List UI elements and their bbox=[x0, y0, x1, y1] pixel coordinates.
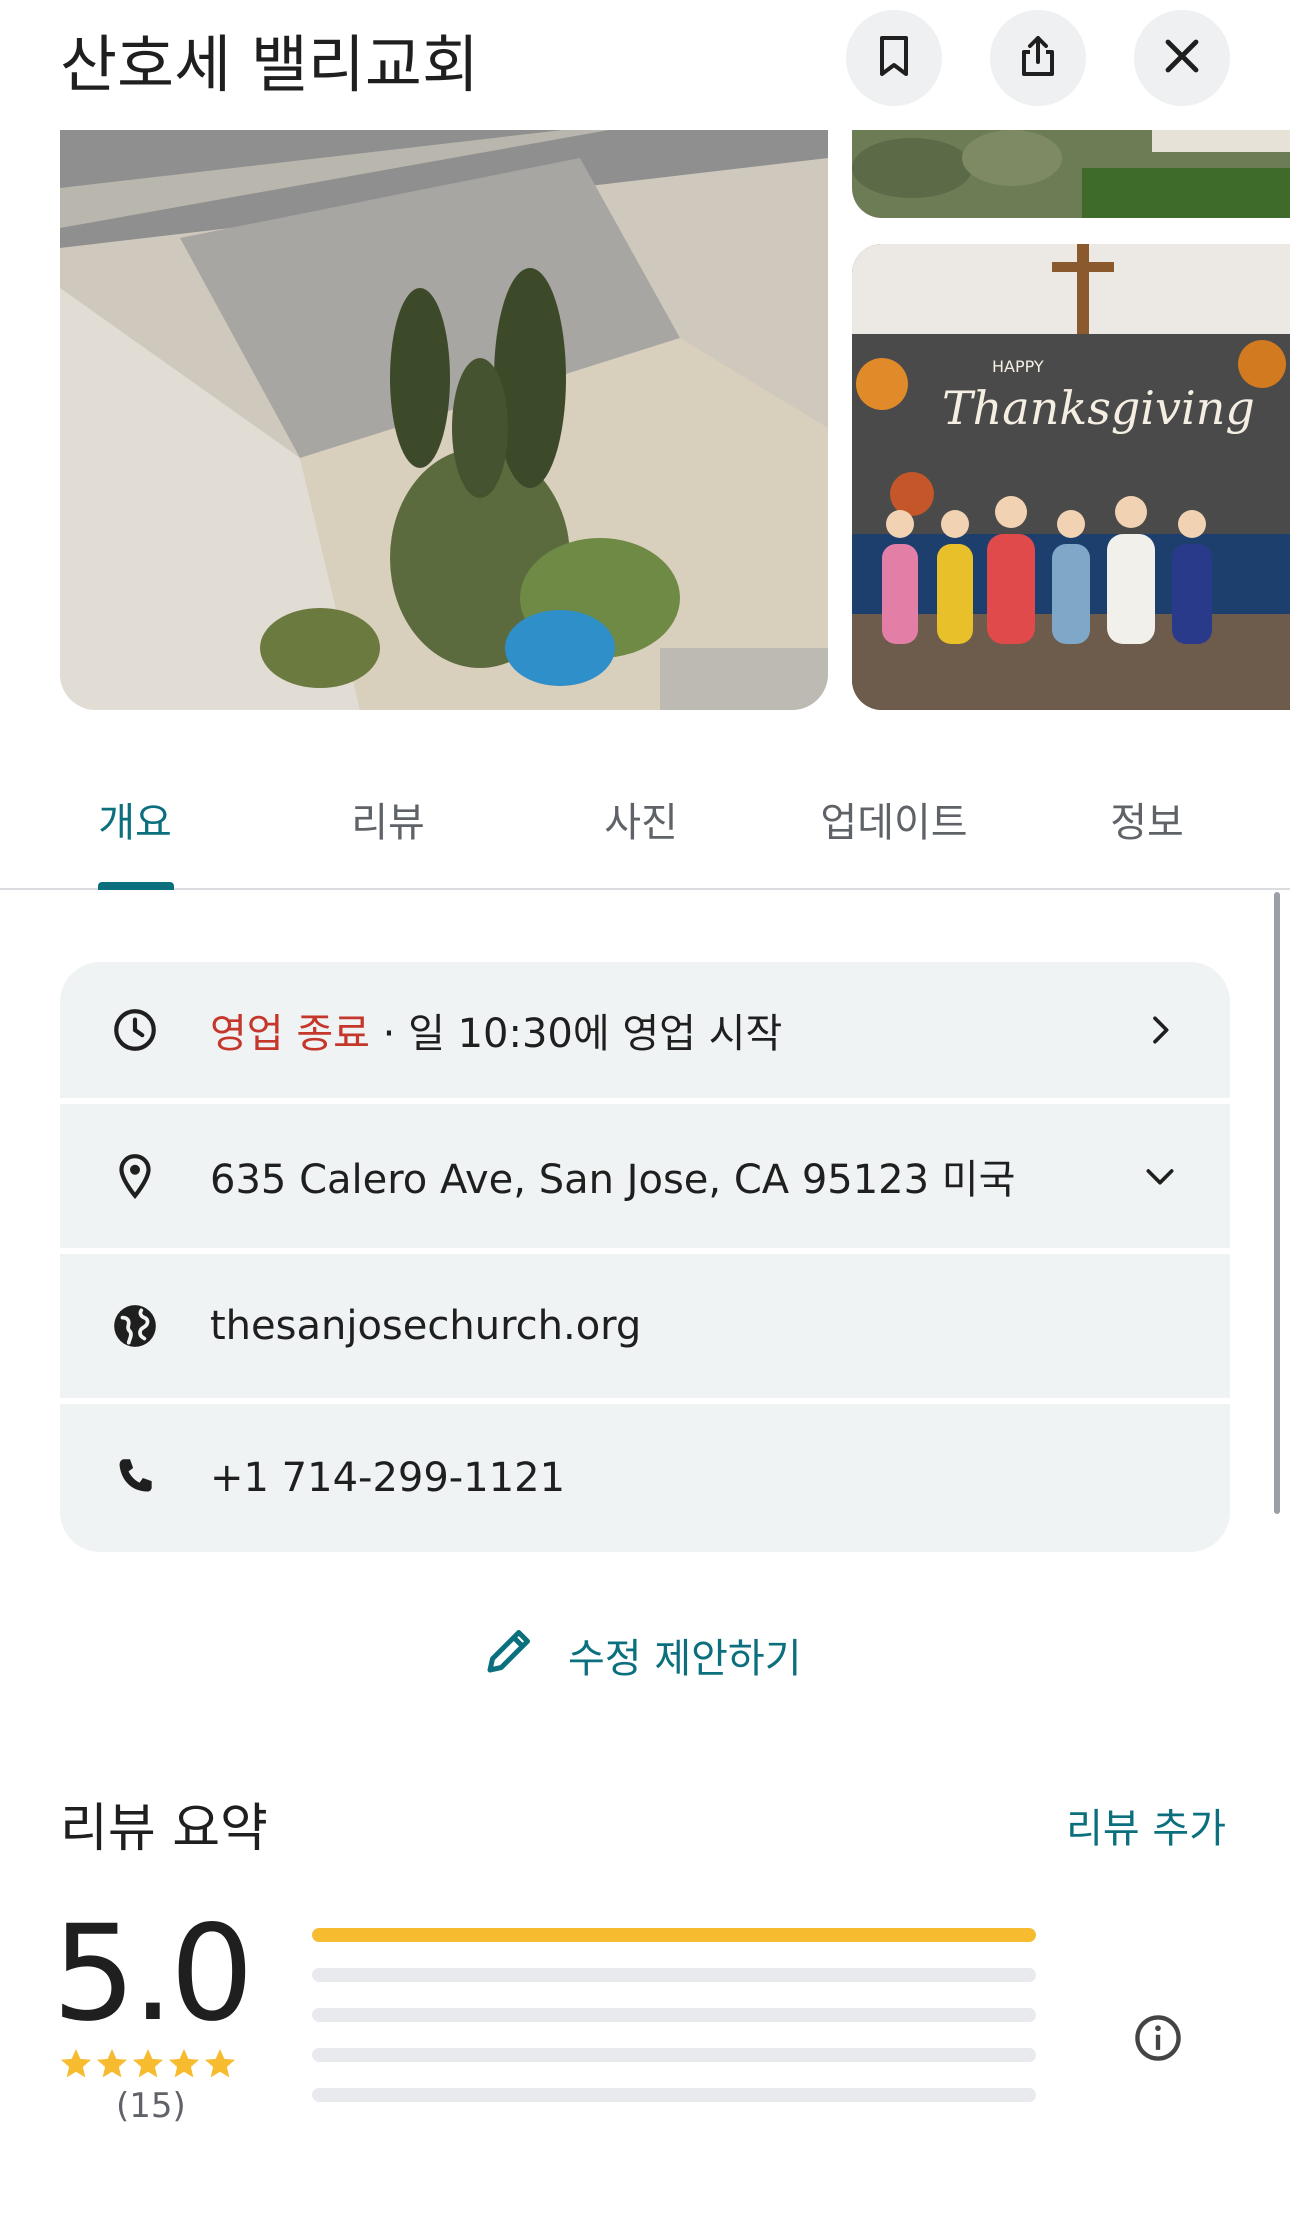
tab-updates[interactable]: 업데이트 bbox=[794, 790, 994, 848]
phone-row[interactable]: +1 714-299-1121 bbox=[60, 1404, 1230, 1552]
website-link[interactable]: thesanjosechurch.org bbox=[210, 1303, 641, 1349]
place-info-list: 영업 종료 · 일 10:30에 영업 시작 635 Calero Ave, S… bbox=[60, 962, 1230, 1558]
star-icon bbox=[61, 2049, 91, 2078]
share-button[interactable] bbox=[990, 10, 1086, 106]
rating-stars bbox=[58, 2046, 238, 2082]
hours-text: 영업 종료 · 일 10:30에 영업 시작 bbox=[210, 1001, 782, 1059]
rating-bar-5-star bbox=[312, 1928, 1036, 1942]
close-button[interactable] bbox=[1134, 10, 1230, 106]
info-icon[interactable] bbox=[1132, 2012, 1184, 2064]
svg-text:HAPPY: HAPPY bbox=[992, 357, 1044, 376]
photo-aerial[interactable] bbox=[60, 128, 828, 710]
save-button[interactable] bbox=[846, 10, 942, 106]
pencil-icon bbox=[480, 1620, 568, 1690]
hours-detail: · 일 10:30에 영업 시작 bbox=[369, 1011, 783, 1057]
rating-bar-fill bbox=[312, 1928, 1036, 1942]
globe-icon bbox=[110, 1301, 160, 1351]
place-header: 산호세 밸리교회 bbox=[0, 0, 1290, 130]
rating-distribution[interactable] bbox=[312, 1928, 1036, 2128]
tab-about[interactable]: 정보 bbox=[1047, 790, 1247, 848]
chevron-right-icon bbox=[1140, 1010, 1180, 1050]
rating-bar-3-star bbox=[312, 2008, 1036, 2022]
tab-photos[interactable]: 사진 bbox=[541, 790, 741, 848]
rating-bar-1-star bbox=[312, 2088, 1036, 2102]
address-text: 635 Calero Ave, San Jose, CA 95123 미국 bbox=[210, 1157, 1016, 1203]
photo-gallery[interactable]: Thanksgiving HAPPY bbox=[0, 128, 1290, 710]
tab-reviews[interactable]: 리뷰 bbox=[288, 790, 488, 848]
photo-garden[interactable] bbox=[852, 128, 1290, 218]
review-summary-title: 리뷰 요약 bbox=[60, 1799, 268, 1859]
active-tab-indicator bbox=[98, 882, 174, 890]
review-count: (15) bbox=[116, 2086, 186, 2126]
star-icon bbox=[97, 2049, 127, 2078]
photo-thanksgiving[interactable]: Thanksgiving HAPPY bbox=[852, 244, 1290, 710]
average-rating: 5.0 bbox=[52, 1897, 254, 2051]
scrollbar[interactable] bbox=[1274, 892, 1280, 1514]
star-icon bbox=[169, 2049, 199, 2078]
svg-text:Thanksgiving: Thanksgiving bbox=[942, 381, 1255, 435]
clock-icon bbox=[110, 1005, 160, 1055]
website-row[interactable]: thesanjosechurch.org bbox=[60, 1254, 1230, 1398]
chevron-down-icon bbox=[1140, 1156, 1180, 1196]
tab-bar: 개요 리뷰 사진 업데이트 정보 bbox=[0, 752, 1290, 890]
rating-bar-4-star bbox=[312, 1968, 1036, 1982]
hours-row[interactable]: 영업 종료 · 일 10:30에 영업 시작 bbox=[60, 962, 1230, 1098]
rating-bar-2-star bbox=[312, 2048, 1036, 2062]
place-title: 산호세 밸리교회 bbox=[60, 28, 479, 101]
suggest-edit-button[interactable]: 수정 제안하기 bbox=[480, 1620, 802, 1690]
phone-icon bbox=[110, 1453, 160, 1503]
close-icon bbox=[1158, 32, 1206, 84]
share-icon bbox=[1014, 32, 1062, 84]
bookmark-icon bbox=[870, 32, 918, 84]
star-icon bbox=[205, 2049, 235, 2078]
add-review-link[interactable]: 리뷰 추가 bbox=[1066, 1796, 1226, 1854]
location-pin-icon bbox=[110, 1151, 160, 1201]
phone-number[interactable]: +1 714-299-1121 bbox=[210, 1455, 565, 1501]
address-row[interactable]: 635 Calero Ave, San Jose, CA 95123 미국 bbox=[60, 1104, 1230, 1248]
star-icon bbox=[133, 2049, 163, 2078]
tab-overview[interactable]: 개요 bbox=[35, 790, 235, 848]
hours-status: 영업 종료 bbox=[210, 1011, 370, 1057]
suggest-edit-label: 수정 제안하기 bbox=[568, 1636, 802, 1682]
